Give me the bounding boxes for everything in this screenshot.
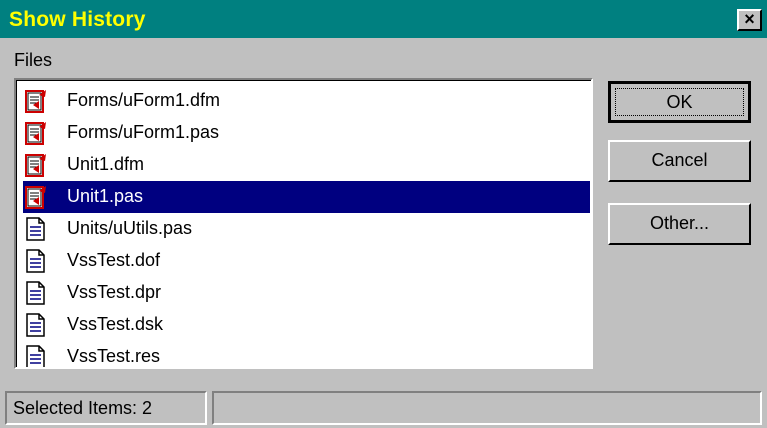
list-item[interactable]: Forms/uForm1.pas xyxy=(23,117,590,149)
file-name: VssTest.dof xyxy=(67,250,161,270)
status-bar: Selected Items: 2 xyxy=(0,387,767,428)
list-item[interactable]: Forms/uForm1.dfm xyxy=(23,85,590,117)
focus-rectangle xyxy=(615,88,744,116)
list-item[interactable]: Units/uUtils.pas xyxy=(23,213,590,245)
files-listbox[interactable]: Forms/uForm1.dfm Forms/uForm1.pas Unit1.… xyxy=(14,78,593,369)
list-item[interactable]: Unit1.dfm xyxy=(23,149,590,181)
file-name: VssTest.res xyxy=(67,346,161,366)
ok-button[interactable]: OK xyxy=(608,81,751,123)
file-name: Unit1.pas xyxy=(67,186,144,206)
file-name: VssTest.dpr xyxy=(67,282,162,302)
window-title: Show History xyxy=(9,8,146,31)
checked-out-file-icon xyxy=(25,122,46,145)
cancel-button-label: Cancel xyxy=(651,150,708,170)
list-item-selected[interactable]: Unit1.pas xyxy=(23,181,590,213)
document-icon xyxy=(26,281,45,305)
list-item[interactable]: VssTest.dpr xyxy=(23,277,590,309)
other-button-label: Other... xyxy=(649,213,710,233)
status-pane-secondary xyxy=(212,391,762,425)
checked-out-file-icon xyxy=(25,90,46,113)
close-icon: × xyxy=(744,9,755,29)
list-item[interactable]: VssTest.dof xyxy=(23,245,590,277)
document-icon xyxy=(26,217,45,241)
checked-out-file-icon xyxy=(25,154,46,177)
list-item[interactable]: VssTest.dsk xyxy=(23,309,590,341)
files-label: Files xyxy=(14,50,53,70)
document-icon xyxy=(26,313,45,337)
file-name: Unit1.dfm xyxy=(67,154,145,174)
file-name: Units/uUtils.pas xyxy=(67,218,193,238)
document-icon xyxy=(26,345,45,367)
file-name: VssTest.dsk xyxy=(67,314,164,334)
checked-out-file-icon xyxy=(25,186,46,209)
file-name: Forms/uForm1.dfm xyxy=(67,90,221,110)
selected-items-count: Selected Items: 2 xyxy=(13,398,153,418)
list-item[interactable]: VssTest.res xyxy=(23,341,590,367)
document-icon xyxy=(26,249,45,273)
show-history-dialog: Show History × Files Forms/uForm1.dfm Fo… xyxy=(0,0,767,428)
file-name: Forms/uForm1.pas xyxy=(67,122,220,142)
other-button[interactable]: Other... xyxy=(608,203,751,245)
title-bar[interactable]: Show History × xyxy=(0,0,767,38)
files-listbox-inner: Forms/uForm1.dfm Forms/uForm1.pas Unit1.… xyxy=(16,80,591,367)
status-pane-selected: Selected Items: 2 xyxy=(5,391,207,425)
cancel-button[interactable]: Cancel xyxy=(608,140,751,182)
close-button[interactable]: × xyxy=(737,9,762,31)
